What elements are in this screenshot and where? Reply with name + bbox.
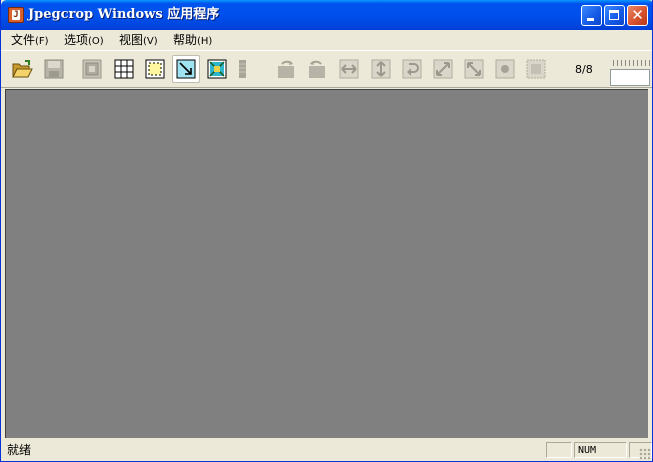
status-pane-num: NUM [574, 442, 627, 458]
rotate-left-icon[interactable] [275, 58, 297, 80]
status-pane-empty [546, 442, 572, 458]
slider-ticks [613, 60, 651, 66]
maximize-button[interactable] [604, 5, 625, 26]
bar-icon[interactable] [236, 58, 258, 80]
menu-view[interactable]: 视图(V) [119, 32, 158, 48]
rotate-icon[interactable] [401, 58, 423, 80]
image-canvas[interactable] [5, 89, 648, 438]
resize-grip-icon[interactable] [639, 448, 651, 460]
app-icon[interactable]: J [8, 7, 24, 23]
menu-options[interactable]: 选项(O) [64, 32, 104, 48]
status-bar: 就绪 NUM [1, 439, 652, 461]
title-bar[interactable]: J Jpegcrop Windows 应用程序 ✕ [1, 0, 652, 30]
menu-help[interactable]: 帮助(H) [173, 32, 212, 48]
flip-horizontal-icon[interactable] [338, 58, 360, 80]
minimize-button[interactable] [581, 5, 602, 26]
toolbar: 8/8 [1, 50, 652, 88]
num-lock-indicator: NUM [578, 445, 597, 456]
transpose-icon[interactable] [432, 58, 454, 80]
zoom-slider[interactable] [610, 69, 650, 86]
close-icon: ✕ [631, 6, 644, 24]
rotate-right-icon[interactable] [306, 58, 328, 80]
image-counter: 8/8 [575, 63, 593, 76]
menu-bar: 文件(F) 选项(O) 视图(V) 帮助(H) [1, 30, 652, 50]
flip-vertical-icon[interactable] [370, 58, 392, 80]
crop-icon[interactable] [206, 58, 228, 80]
app-window: J Jpegcrop Windows 应用程序 ✕ 文件(F) 选项(O) 视图… [0, 0, 653, 462]
window-title: Jpegcrop Windows 应用程序 [28, 7, 220, 22]
save-disk-icon[interactable] [43, 58, 65, 80]
open-folder-icon[interactable] [11, 58, 33, 80]
selection-frame-icon[interactable] [144, 58, 166, 80]
close-button[interactable]: ✕ [627, 5, 648, 26]
copy-selection-icon[interactable] [81, 58, 103, 80]
minimize-icon [587, 18, 594, 21]
maximize-icon [609, 10, 619, 20]
trim-icon[interactable] [525, 58, 547, 80]
center-icon[interactable] [494, 58, 516, 80]
transverse-icon[interactable] [463, 58, 485, 80]
status-text: 就绪 [7, 443, 32, 457]
menu-file[interactable]: 文件(F) [11, 32, 49, 48]
zoom-fit-icon[interactable] [172, 55, 200, 83]
grid-icon[interactable] [113, 58, 135, 80]
